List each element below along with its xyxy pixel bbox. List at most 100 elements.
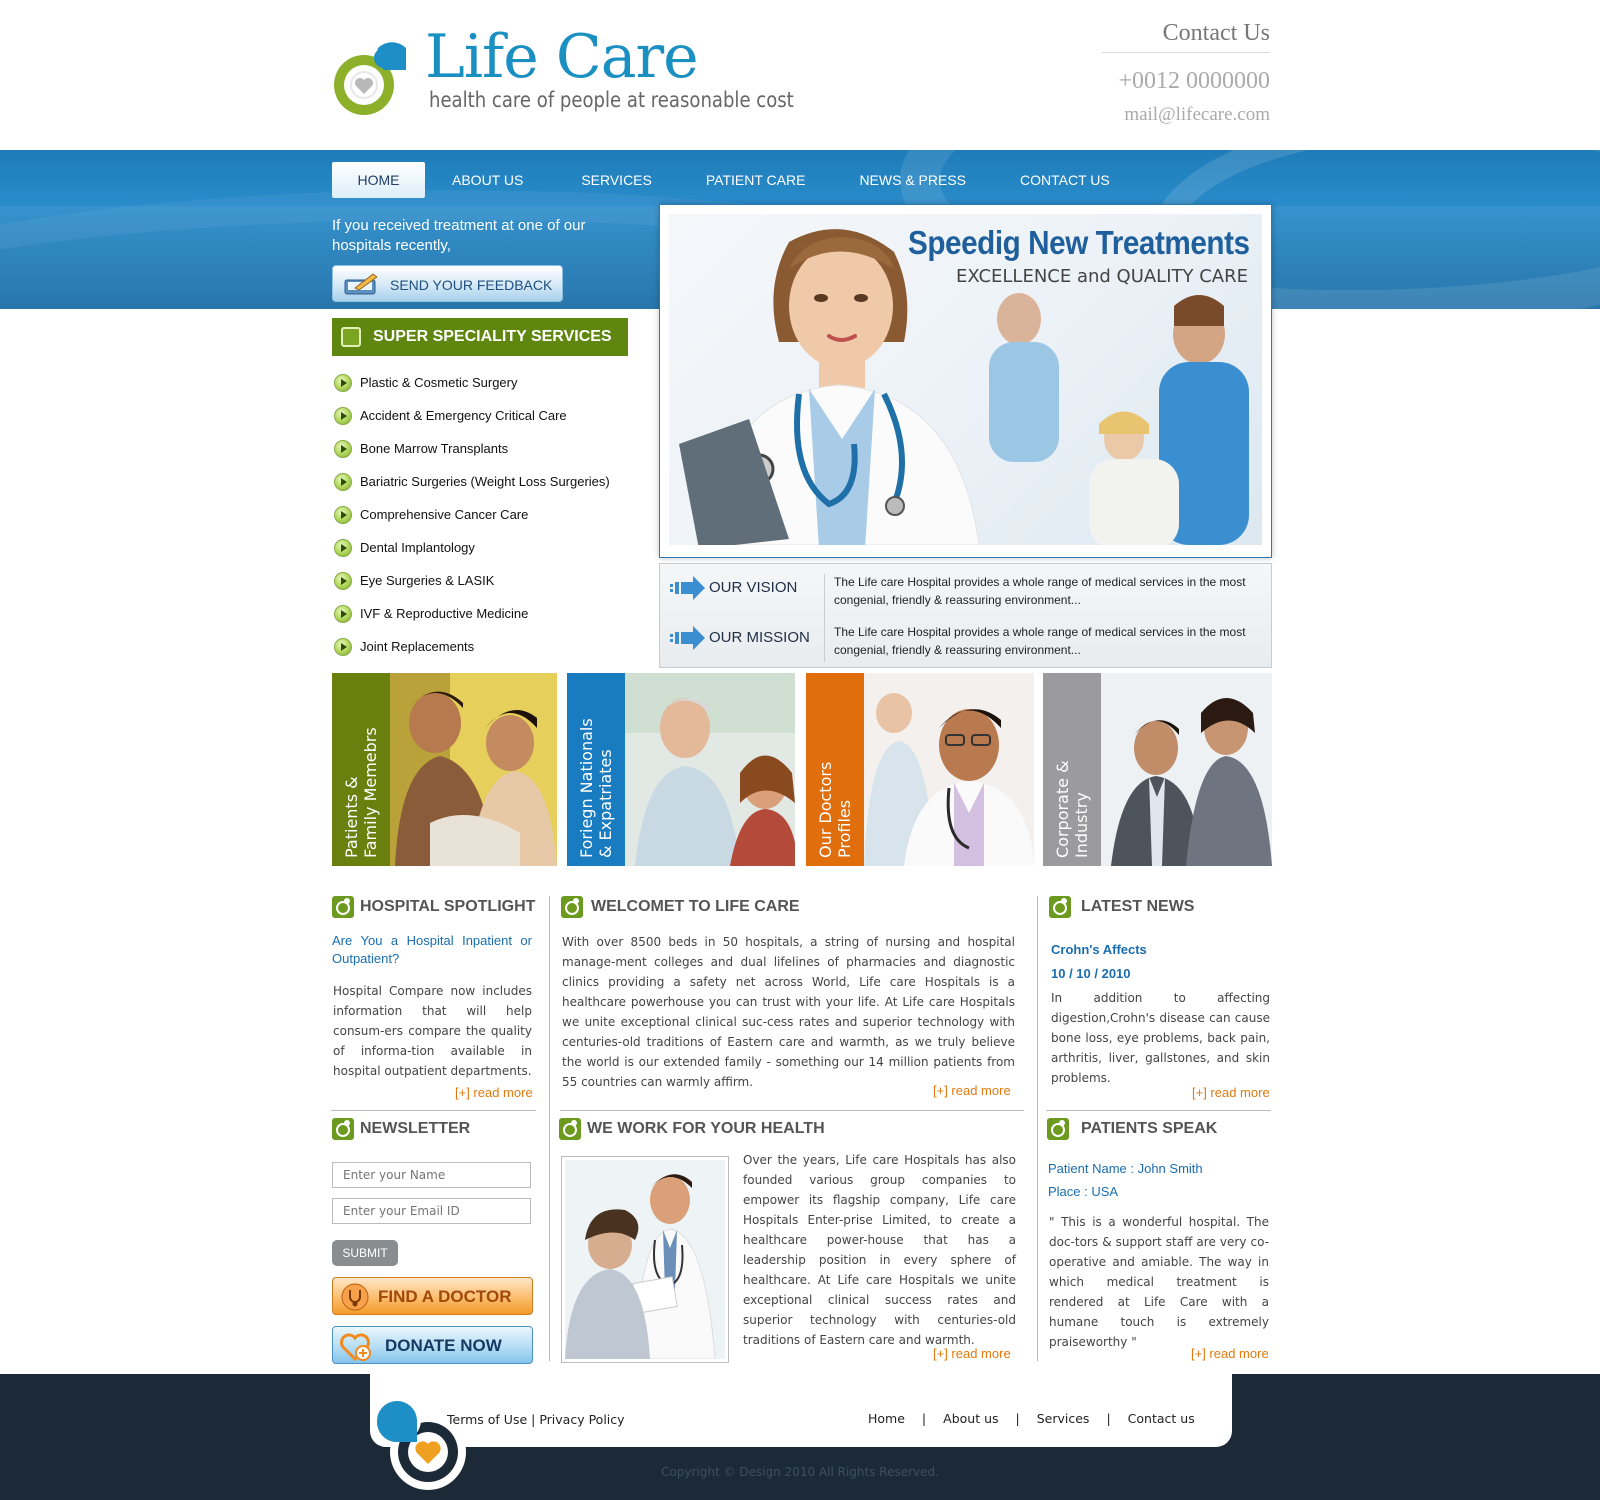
site-title: Life Care <box>425 22 699 92</box>
news-text: In addition to affecting digestion,Crohn… <box>1051 991 1270 1085</box>
spotlight-read-more[interactable]: [+] read more <box>455 1085 533 1100</box>
footer-separator: | <box>1106 1411 1111 1426</box>
speciality-item[interactable]: Plastic & Cosmetic Surgery <box>332 373 632 406</box>
speciality-item[interactable]: IVF & Reproductive Medicine <box>332 604 632 637</box>
welcome-read-more[interactable]: [+] read more <box>933 1083 1011 1098</box>
donate-now-button[interactable]: DONATE NOW <box>332 1326 533 1364</box>
speciality-item[interactable]: Dental Implantology <box>332 538 632 571</box>
life-care-logo-icon[interactable] <box>330 34 420 120</box>
news-date: 10 / 10 / 2010 <box>1051 966 1131 981</box>
welcome-heading: WELCOMET TO LIFE CARE <box>561 896 861 922</box>
newsletter-email-input[interactable] <box>332 1198 531 1224</box>
footer-link-services[interactable]: Services <box>1037 1411 1090 1426</box>
column-divider <box>549 896 550 1361</box>
speciality-list: Plastic & Cosmetic Surgery Accident & Em… <box>332 373 632 670</box>
speciality-header: SUPER SPECIALITY SERVICES <box>332 318 628 356</box>
news-title: LATEST NEWS <box>1081 898 1195 915</box>
play-bullet-icon <box>334 572 352 590</box>
feedback-pen-icon <box>344 273 378 295</box>
tile-photo-doctor <box>864 673 1034 866</box>
play-bullet-icon <box>334 440 352 458</box>
terms-of-use-link[interactable]: Terms of Use <box>447 1412 527 1427</box>
arrow-right-icon <box>670 626 705 650</box>
spotlight-logo-icon <box>332 896 354 918</box>
hero-illustration <box>679 229 1249 545</box>
tile-photo-family <box>390 673 557 866</box>
mission-row[interactable]: OUR MISSION The Life care Hospital provi… <box>660 616 1273 666</box>
footer-nav: Home | About us | Services | Contact us <box>868 1411 1195 1426</box>
speciality-item[interactable]: Bone Marrow Transplants <box>332 439 632 472</box>
tile-doctor-profiles[interactable]: Our Doctors Profiles <box>806 673 1034 866</box>
mission-label: OUR MISSION <box>709 629 810 646</box>
newsletter-name-input[interactable] <box>332 1162 531 1188</box>
heart-donate-icon <box>340 1333 371 1362</box>
footer-legal-links: Terms of Use | Privacy Policy <box>447 1412 625 1427</box>
footer-separator: | <box>1015 1411 1020 1426</box>
download-arrow-icon <box>341 327 361 347</box>
nav-news-press[interactable]: NEWS & PRESS <box>834 162 991 198</box>
health-read-more[interactable]: [+] read more <box>933 1346 1011 1361</box>
nav-services[interactable]: SERVICES <box>556 162 677 198</box>
tile-corporate-industry[interactable]: Corporate & Industry <box>1043 673 1272 866</box>
footer-link-about-us[interactable]: About us <box>943 1411 998 1426</box>
nav-contact-us[interactable]: CONTACT US <box>995 162 1135 198</box>
play-bullet-icon <box>334 605 352 623</box>
nav-about-us[interactable]: ABOUT US <box>427 162 548 198</box>
send-feedback-button[interactable]: SEND YOUR FEEDBACK <box>332 265 563 302</box>
divider <box>331 1110 536 1111</box>
footer-separator: | <box>921 1411 927 1426</box>
patients-speak-read-more[interactable]: [+] read more <box>1191 1346 1269 1361</box>
patient-name: Patient Name : John Smith <box>1048 1161 1203 1176</box>
news-heading: LATEST NEWS <box>1049 896 1269 922</box>
play-bullet-icon <box>334 506 352 524</box>
vision-mission-panel: OUR VISION The Life care Hospital provid… <box>659 563 1272 668</box>
news-headline[interactable]: Crohn's Affects <box>1051 942 1147 957</box>
speciality-item[interactable]: Eye Surgeries & LASIK <box>332 571 632 604</box>
play-bullet-icon <box>334 473 352 491</box>
welcome-text: With over 8500 beds in 50 hospitals, a s… <box>562 935 1015 1089</box>
tile-patients-family[interactable]: Patients & Family Memebrs <box>332 673 557 866</box>
tile-foreign-nationals[interactable]: Foriegn Nationals & Expatriates <box>567 673 795 866</box>
speciality-item[interactable]: Accident & Emergency Critical Care <box>332 406 632 439</box>
contact-email[interactable]: mail@lifecare.com <box>1124 104 1270 126</box>
newsletter-submit-button[interactable]: SUBMIT <box>332 1240 398 1266</box>
patients-speak-title: PATIENTS SPEAK <box>1081 1120 1218 1137</box>
nav-patient-care[interactable]: PATIENT CARE <box>681 162 831 198</box>
tile-photo-expatriates <box>625 673 795 866</box>
divider <box>1046 1110 1271 1111</box>
spotlight-question[interactable]: Are You a Hospital Inpatient or Outpatie… <box>332 932 532 968</box>
site-tagline: health care of people at reasonable cost <box>429 88 794 112</box>
arrow-right-icon <box>670 576 705 600</box>
patients-speak-logo-icon <box>1047 1118 1069 1140</box>
news-read-more[interactable]: [+] read more <box>1192 1085 1270 1100</box>
mission-text: The Life care Hospital provides a whole … <box>834 625 1246 657</box>
newsletter-heading: NEWSLETTER <box>332 1118 532 1144</box>
hero-panel: Speedig New Treatments EXCELLENCE and QU… <box>659 204 1272 558</box>
speciality-title: SUPER SPECIALITY SERVICES <box>373 328 612 345</box>
privacy-policy-link[interactable]: Privacy Policy <box>539 1412 624 1427</box>
play-bullet-icon <box>334 638 352 656</box>
play-bullet-icon <box>334 374 352 392</box>
donate-now-label: DONATE NOW <box>385 1336 502 1355</box>
footer-link-home[interactable]: Home <box>868 1411 905 1426</box>
spotlight-heading: HOSPITAL SPOTLIGHT <box>332 896 542 922</box>
speciality-item[interactable]: Bariatric Surgeries (Weight Loss Surgeri… <box>332 472 632 505</box>
speciality-item[interactable]: Joint Replacements <box>332 637 632 670</box>
contact-title: Contact Us <box>1162 20 1270 46</box>
tile-label: Patients & Family Memebrs <box>342 727 380 858</box>
tile-label: Corporate & Industry <box>1053 760 1091 858</box>
newsletter-logo-icon <box>332 1118 354 1140</box>
news-logo-icon <box>1049 896 1071 918</box>
newsletter-title: NEWSLETTER <box>360 1120 471 1137</box>
play-bullet-icon <box>334 539 352 557</box>
tile-photo-corporate <box>1101 673 1272 866</box>
welcome-title: WELCOMET TO LIFE CARE <box>591 898 800 915</box>
main-nav: HOME ABOUT US SERVICES PATIENT CARE NEWS… <box>332 162 1135 198</box>
health-photo-frame <box>561 1156 729 1363</box>
vision-row[interactable]: OUR VISION The Life care Hospital provid… <box>660 566 1273 616</box>
nav-home[interactable]: HOME <box>332 162 425 198</box>
stethoscope-icon <box>341 1283 369 1311</box>
footer-link-contact-us[interactable]: Contact us <box>1128 1411 1195 1426</box>
find-doctor-button[interactable]: FIND A DOCTOR <box>332 1277 533 1315</box>
speciality-item[interactable]: Comprehensive Cancer Care <box>332 505 632 538</box>
